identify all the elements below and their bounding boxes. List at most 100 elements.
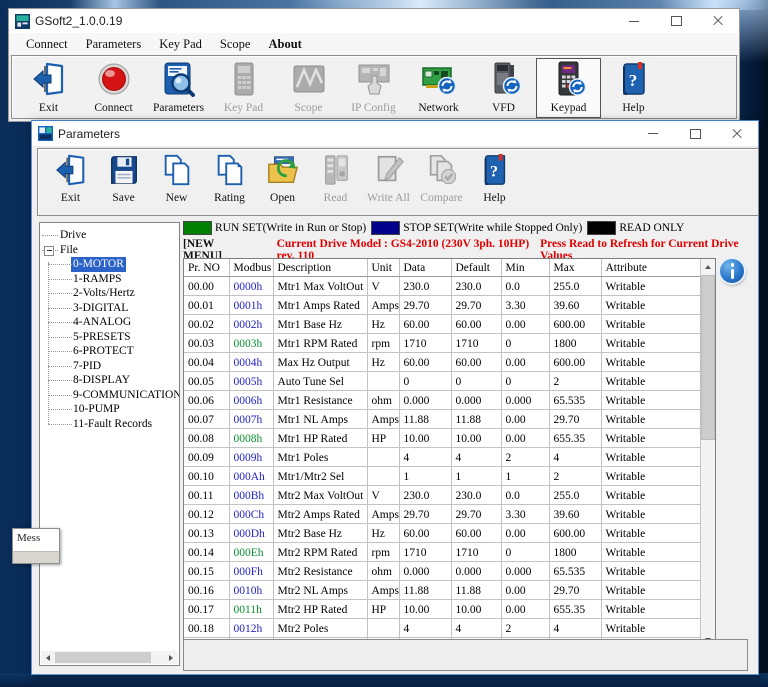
table-row[interactable]: 00.010001hMtr1 Amps RatedAmps29.7029.703… bbox=[184, 296, 700, 315]
parameters-window-titlebar[interactable]: Parameters bbox=[32, 121, 758, 147]
tree-item-drive[interactable]: Drive bbox=[40, 228, 179, 243]
table-row[interactable]: 00.030003hMtr1 RPM Ratedrpm1710171001800… bbox=[184, 334, 700, 353]
maximize-icon[interactable] bbox=[674, 121, 716, 146]
menu-item-parameters[interactable]: Parameters bbox=[77, 35, 151, 54]
cell-max: 29.70 bbox=[549, 581, 601, 600]
toolbar-button-connect[interactable]: Connect bbox=[81, 58, 146, 118]
cell-pr: 00.08 bbox=[184, 429, 229, 448]
tree-horizontal-scrollbar[interactable] bbox=[41, 651, 178, 664]
cell-max: 4 bbox=[549, 448, 601, 467]
maximize-icon[interactable] bbox=[655, 9, 697, 33]
parameters-window: Parameters Exit Save New Rating Open bbox=[31, 120, 759, 675]
table-row[interactable]: 00.10000AhMtr1/Mtr2 Sel1112Writable bbox=[184, 467, 700, 486]
close-icon[interactable] bbox=[716, 121, 758, 146]
toolbar-button-open[interactable]: Open bbox=[256, 152, 309, 215]
tree-item-2-volts-hertz[interactable]: 2-Volts/Hertz bbox=[40, 286, 179, 301]
scroll-right-icon[interactable] bbox=[164, 651, 178, 664]
table-row[interactable]: 00.060006hMtr1 Resistanceohm0.0000.0000.… bbox=[184, 391, 700, 410]
open-folder-icon bbox=[266, 153, 300, 192]
tree-item-11-fault-records[interactable]: 11-Fault Records bbox=[40, 417, 179, 432]
table-row[interactable]: 00.050005hAuto Tune Sel0002Writable bbox=[184, 372, 700, 391]
table-row[interactable]: 00.070007hMtr1 NL AmpsAmps11.8811.880.00… bbox=[184, 410, 700, 429]
scroll-up-icon[interactable] bbox=[701, 259, 715, 274]
cell-pr: 00.00 bbox=[184, 277, 229, 296]
tree-item-7-pid[interactable]: 7-PID bbox=[40, 359, 179, 374]
table-row[interactable]: 00.020002hMtr1 Base HzHz60.0060.000.0060… bbox=[184, 315, 700, 334]
table-row[interactable]: 00.090009hMtr1 Poles4424Writable bbox=[184, 448, 700, 467]
table-row[interactable]: 00.12000ChMtr2 Amps RatedAmps29.7029.703… bbox=[184, 505, 700, 524]
cell-min: 0.00 bbox=[501, 581, 549, 600]
table-row[interactable]: 00.14000EhMtr2 RPM Ratedrpm1710171001800… bbox=[184, 543, 700, 562]
cell-unit: Hz bbox=[367, 315, 399, 334]
scrollbar-thumb[interactable] bbox=[701, 275, 715, 440]
tree-item-label: 7-PID bbox=[73, 359, 101, 374]
toolbar-button-parameters[interactable]: Parameters bbox=[146, 58, 211, 118]
keypad-color-refresh-icon bbox=[551, 61, 587, 102]
cell-modbus: 000Dh bbox=[229, 524, 273, 543]
cell-max: 39.60 bbox=[549, 505, 601, 524]
menu-item-about[interactable]: About bbox=[259, 35, 310, 54]
cell-desc: Mtr2 Amps Rated bbox=[273, 505, 367, 524]
table-row[interactable]: 00.080008hMtr1 HP RatedHP10.0010.000.006… bbox=[184, 429, 700, 448]
table-vertical-scrollbar[interactable] bbox=[700, 259, 715, 647]
menu-item-key-pad[interactable]: Key Pad bbox=[150, 35, 211, 54]
table-row[interactable]: 00.170011hMtr2 HP RatedHP10.0010.000.006… bbox=[184, 600, 700, 619]
scrollbar-thumb[interactable] bbox=[55, 652, 151, 663]
cell-data: 1710 bbox=[399, 543, 451, 562]
tree-item-4-analog[interactable]: 4-ANALOG bbox=[40, 315, 179, 330]
table-row[interactable]: 00.000000hMtr1 Max VoltOutV230.0230.00.0… bbox=[184, 277, 700, 296]
toolbar-button-network[interactable]: Network bbox=[406, 58, 471, 118]
toolbar-button-keypad[interactable]: Keypad bbox=[536, 58, 601, 118]
table-row[interactable]: 00.13000DhMtr2 Base HzHz60.0060.000.0060… bbox=[184, 524, 700, 543]
main-window: GSoft2_1.0.0.19 Connect Parameters Key P… bbox=[8, 8, 740, 122]
main-window-titlebar[interactable]: GSoft2_1.0.0.19 bbox=[9, 9, 739, 33]
cell-attr: Writable bbox=[601, 353, 700, 372]
cell-default: 0 bbox=[451, 372, 501, 391]
cell-default: 1 bbox=[451, 467, 501, 486]
tree-item-5-presets[interactable]: 5-PRESETS bbox=[40, 330, 179, 345]
parameter-grid: Pr. NOModbusDescriptionUnitDataDefaultMi… bbox=[183, 258, 716, 648]
scroll-left-icon[interactable] bbox=[41, 651, 55, 664]
toolbar-button-exit[interactable]: Exit bbox=[44, 152, 97, 215]
toolbar-button-vfd[interactable]: VFD bbox=[471, 58, 536, 118]
keypad-gray-icon bbox=[226, 61, 262, 102]
cell-min: 0 bbox=[501, 543, 549, 562]
toolbar-button-save[interactable]: Save bbox=[97, 152, 150, 215]
cell-attr: Writable bbox=[601, 619, 700, 638]
menu-item-connect[interactable]: Connect bbox=[17, 35, 77, 54]
minimize-icon[interactable] bbox=[632, 121, 674, 146]
tree-item-10-pump[interactable]: 10-PUMP bbox=[40, 402, 179, 417]
toolbar-button-new[interactable]: New bbox=[150, 152, 203, 215]
minimize-icon[interactable] bbox=[613, 9, 655, 33]
close-icon[interactable] bbox=[697, 9, 739, 33]
toolbar-button-exit[interactable]: Exit bbox=[16, 58, 81, 118]
toolbar-button-rating[interactable]: Rating bbox=[203, 152, 256, 215]
table-row[interactable]: 00.160010hMtr2 NL AmpsAmps11.8811.880.00… bbox=[184, 581, 700, 600]
cell-default: 11.88 bbox=[451, 410, 501, 429]
cell-unit: HP bbox=[367, 600, 399, 619]
toolbar-button-help[interactable]: ? Help bbox=[468, 152, 521, 215]
menu-item-scope[interactable]: Scope bbox=[211, 35, 260, 54]
table-row[interactable]: 00.11000BhMtr2 Max VoltOutV230.0230.00.0… bbox=[184, 486, 700, 505]
messages-window: Mess bbox=[12, 528, 60, 564]
column-header-unit: Unit bbox=[367, 259, 399, 277]
table-row[interactable]: 00.180012hMtr2 Poles4424Writable bbox=[184, 619, 700, 638]
tree-item-0-motor[interactable]: 0-MOTOR bbox=[40, 257, 179, 272]
table-row[interactable]: 00.15000FhMtr2 Resistanceohm0.0000.0000.… bbox=[184, 562, 700, 581]
tree-item-file[interactable]: File bbox=[40, 243, 179, 258]
info-icon[interactable] bbox=[720, 259, 744, 283]
tree-item-8-display[interactable]: 8-DISPLAY bbox=[40, 373, 179, 388]
collapse-minus-icon[interactable] bbox=[44, 246, 54, 256]
cell-default: 4 bbox=[451, 448, 501, 467]
tree-item-9-communication[interactable]: 9-COMMUNICATION bbox=[40, 388, 179, 403]
toolbar-button-help[interactable]: ? Help bbox=[601, 58, 666, 118]
tree-item-3-digital[interactable]: 3-DIGITAL bbox=[40, 301, 179, 316]
exit-door-icon bbox=[54, 153, 88, 192]
table-row[interactable]: 00.040004hMax Hz OutputHz60.0060.000.006… bbox=[184, 353, 700, 372]
tree-item-1-ramps[interactable]: 1-RAMPS bbox=[40, 272, 179, 287]
cell-desc: Auto Tune Sel bbox=[273, 372, 367, 391]
cell-max: 1800 bbox=[549, 334, 601, 353]
cell-unit: ohm bbox=[367, 562, 399, 581]
tree-item-6-protect[interactable]: 6-PROTECT bbox=[40, 344, 179, 359]
cell-unit: V bbox=[367, 277, 399, 296]
